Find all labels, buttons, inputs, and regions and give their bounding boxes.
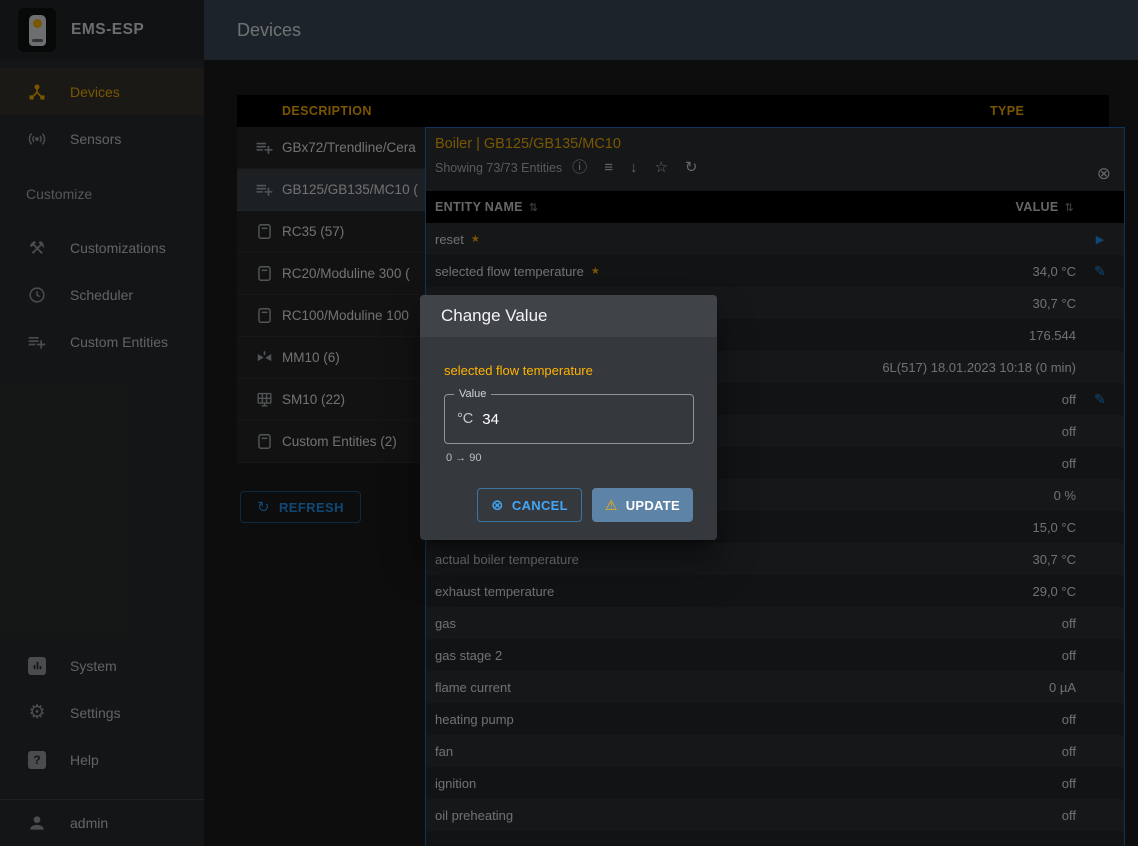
cancel-icon: ⊗ bbox=[491, 498, 504, 513]
value-field: Value °C bbox=[444, 394, 694, 444]
dialog-actions: ⊗ CANCEL ⚠ UPDATE bbox=[444, 488, 693, 522]
dialog-entity-name: selected flow temperature bbox=[444, 363, 693, 378]
update-button[interactable]: ⚠ UPDATE bbox=[592, 488, 693, 522]
warning-icon: ⚠ bbox=[605, 498, 618, 512]
cancel-button[interactable]: ⊗ CANCEL bbox=[477, 488, 582, 522]
value-range-helper: 0 → 90 bbox=[446, 452, 693, 464]
app-screen: EMS-ESP Devices Sensors Customize ⚒ Cust… bbox=[0, 0, 1138, 846]
value-input[interactable] bbox=[482, 411, 681, 428]
change-value-dialog: Change Value selected flow temperature V… bbox=[420, 295, 717, 540]
unit-adornment: °C bbox=[457, 411, 473, 427]
value-field-label: Value bbox=[454, 388, 491, 400]
dialog-title: Change Value bbox=[420, 295, 717, 337]
dialog-body: selected flow temperature Value °C 0 → 9… bbox=[420, 337, 717, 540]
